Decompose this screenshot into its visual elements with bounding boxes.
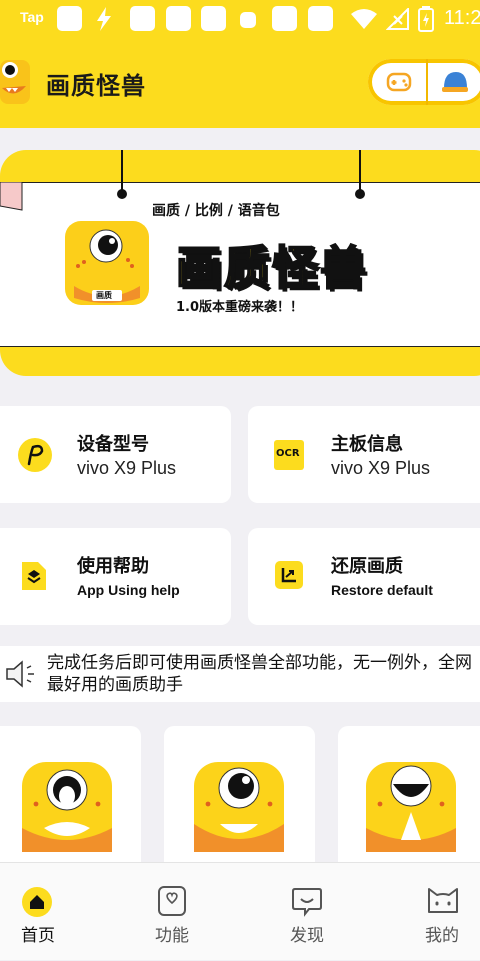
style-thumbnail[interactable] (164, 726, 315, 876)
card-board-info[interactable]: OCR 主板信息 vivo X9 Plus (248, 406, 480, 503)
function-heart-icon[interactable] (157, 885, 191, 916)
monster-face-icon (22, 762, 112, 852)
notice-text: 完成任务后即可使用画质怪兽全部功能，无一例外，全网最好用的画质助手 (47, 653, 472, 695)
notification-icon (201, 6, 226, 31)
card-subtitle: vivo X9 Plus (331, 458, 431, 478)
tab-functions[interactable]: 功能 (112, 863, 232, 961)
card-title: 还原画质 (331, 556, 403, 577)
app-bar: 画质怪兽 (0, 38, 480, 128)
home-icon[interactable] (20, 885, 54, 917)
card-title: 设备型号 (77, 434, 149, 455)
banner-string (121, 150, 123, 192)
card-device-model[interactable]: 设备型号 vivo X9 Plus (0, 406, 231, 503)
tab-label: 首页 (21, 926, 55, 946)
monster-face-icon (194, 762, 284, 852)
tab-label: 我的 (425, 926, 459, 946)
card-usage-help[interactable]: 使用帮助 App Using help (0, 528, 231, 625)
tab-home[interactable]: 首页 (0, 863, 98, 961)
card-subtitle: App Using help (77, 582, 180, 598)
notice-bar: 完成任务后即可使用画质怪兽全部功能，无一例外，全网最好用的画质助手 (0, 646, 480, 702)
signal-icon (385, 6, 410, 34)
restore-chart-icon (274, 560, 304, 594)
status-bar: Tap 11:2 (0, 0, 480, 38)
status-notification: Tap (20, 9, 44, 25)
banner-pin (117, 189, 127, 199)
ocr-icon: OCR (274, 440, 304, 470)
status-time: 11:2 (444, 7, 480, 29)
profile-cat-icon[interactable] (426, 885, 460, 915)
app-logo (0, 60, 32, 110)
tab-discover[interactable]: 发现 (247, 863, 367, 961)
bell-helmet-icon[interactable] (440, 68, 470, 100)
tab-label: 发现 (290, 926, 324, 946)
card-restore-default[interactable]: 还原画质 Restore default (248, 528, 480, 625)
layers-doc-icon (20, 560, 48, 596)
card-title: 主板信息 (331, 434, 403, 455)
notification-icon (57, 6, 82, 31)
flash-icon (92, 6, 116, 32)
bottom-tab-bar: 首页 功能 发现 我的 (0, 862, 480, 960)
wifi-icon (350, 8, 378, 34)
banner-pin (355, 189, 365, 199)
battery-icon (418, 6, 434, 36)
notification-icon (166, 6, 191, 31)
notification-icon (272, 6, 297, 31)
monster-face-icon (366, 762, 456, 852)
speaker-icon (4, 658, 38, 694)
toggle-divider (426, 59, 428, 105)
notification-icon (240, 12, 256, 28)
banner-tagline: 1.0版本重磅来袭！！ (176, 300, 304, 315)
game-controller-icon[interactable] (385, 68, 415, 100)
banner-string (359, 150, 361, 192)
style-thumbnail[interactable] (338, 726, 480, 876)
style-thumbnail[interactable] (0, 726, 141, 876)
page-title: 画质怪兽 (46, 72, 146, 100)
notification-icon (130, 6, 155, 31)
card-title: 使用帮助 (77, 556, 149, 577)
mode-toggle[interactable] (368, 59, 480, 105)
banner-subtitle: 画质 / 比例 / 语音包 (152, 203, 280, 219)
discover-chat-icon[interactable] (291, 885, 325, 917)
banner-corner-decoration (0, 181, 24, 216)
card-subtitle: vivo X9 Plus (77, 458, 177, 478)
notification-icon (308, 6, 333, 31)
logo-badge-label: 画质 (96, 291, 112, 300)
banner-headline: 画质怪兽 (175, 240, 368, 296)
p-logo-icon (18, 438, 52, 472)
card-subtitle: Restore default (331, 582, 433, 598)
tab-profile[interactable]: 我的 (382, 863, 480, 961)
tab-label: 功能 (155, 926, 189, 946)
